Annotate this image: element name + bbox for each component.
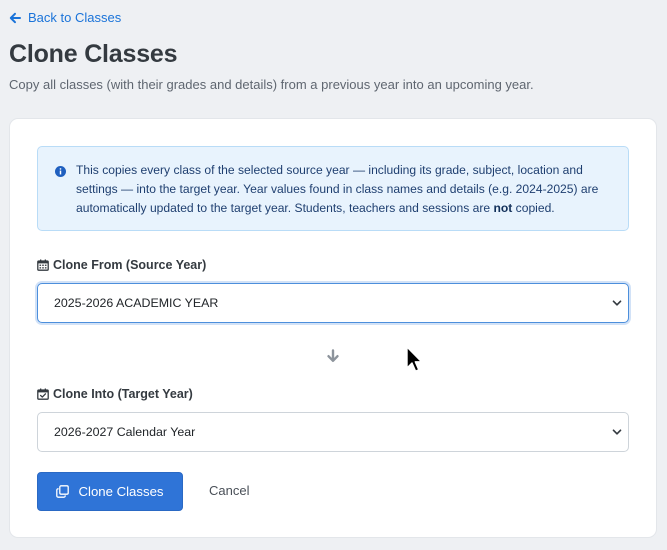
info-circle-icon: [55, 166, 66, 177]
clone-classes-button[interactable]: Clone Classes: [37, 472, 183, 511]
info-alert: This copies every class of the selected …: [37, 146, 629, 231]
clone-form-card: This copies every class of the selected …: [9, 118, 657, 538]
source-year-label: Clone From (Source Year): [37, 258, 206, 272]
back-link-label: Back to Classes: [28, 10, 122, 25]
calendar-check-icon: [37, 388, 49, 400]
clone-classes-button-label: Clone Classes: [78, 484, 164, 499]
page-title: Clone Classes: [9, 40, 178, 68]
source-year-select[interactable]: 2025-2026 ACADEMIC YEAR: [37, 283, 629, 323]
target-year-value: 2026-2027 Calendar Year: [54, 425, 196, 439]
chevron-down-icon: [612, 300, 622, 306]
copy-icon: [56, 485, 70, 498]
cancel-button[interactable]: Cancel: [209, 483, 249, 498]
chevron-down-icon: [612, 429, 622, 435]
source-year-value: 2025-2026 ACADEMIC YEAR: [54, 296, 219, 310]
mouse-cursor-icon: [406, 346, 423, 372]
target-year-label-text: Clone Into (Target Year): [53, 387, 193, 401]
page-subtitle: Copy all classes (with their grades and …: [9, 77, 534, 92]
info-text: This copies every class of the selected …: [76, 161, 621, 218]
arrow-left-icon: [9, 12, 21, 23]
info-text-emphasis: not: [493, 201, 513, 215]
info-text-end: copied.: [512, 201, 555, 215]
back-to-classes-link[interactable]: Back to Classes: [9, 10, 121, 25]
source-year-label-text: Clone From (Source Year): [53, 258, 207, 272]
arrow-down-icon: [327, 349, 339, 362]
target-year-label: Clone Into (Target Year): [37, 387, 193, 401]
target-year-select[interactable]: 2026-2027 Calendar Year: [37, 412, 629, 452]
calendar-icon: [37, 259, 49, 271]
